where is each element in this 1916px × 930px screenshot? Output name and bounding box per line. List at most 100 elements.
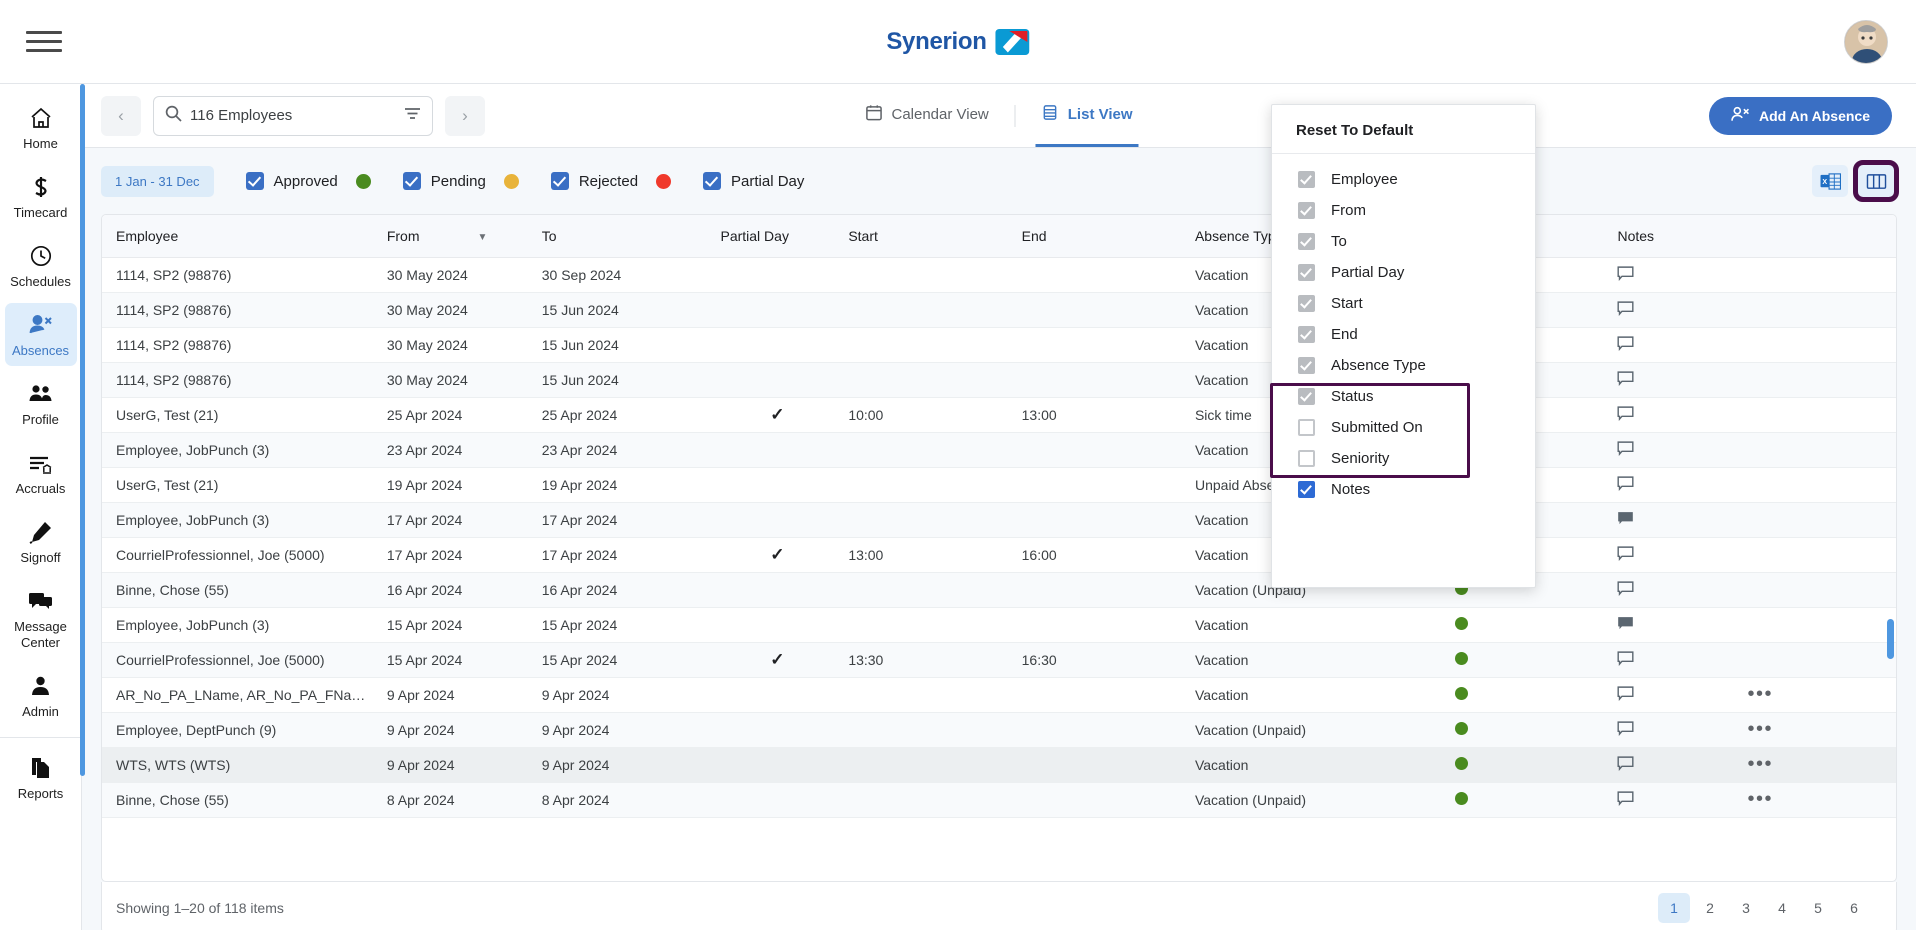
- note-empty-icon[interactable]: [1617, 440, 1634, 459]
- cell-employee: Employee, JobPunch (3): [102, 502, 373, 538]
- next-employee-button[interactable]: ›: [445, 95, 485, 136]
- note-filled-icon[interactable]: [1617, 511, 1634, 529]
- column-toggle-submitted-on[interactable]: Submitted On: [1272, 412, 1535, 443]
- filter-approved[interactable]: Approved: [245, 172, 371, 190]
- table-row[interactable]: Employee, DeptPunch (9) 9 Apr 2024 9 Apr 2…: [102, 712, 1896, 748]
- note-empty-icon[interactable]: [1617, 685, 1634, 704]
- filter-pending[interactable]: Pending: [402, 172, 519, 190]
- sidebar-item-accruals[interactable]: Accruals: [5, 441, 77, 504]
- column-toggle-employee[interactable]: Employee: [1272, 164, 1535, 195]
- note-empty-icon[interactable]: [1617, 790, 1634, 809]
- user-avatar[interactable]: [1844, 19, 1888, 64]
- table-row[interactable]: Binne, Chose (55) 8 Apr 2024 8 Apr 2024 Vac…: [102, 782, 1896, 818]
- sidebar-item-reports[interactable]: Reports: [5, 746, 77, 809]
- table-row[interactable]: 1114, SP2 (98876) 30 May 2024 15 Jun 2024 V…: [102, 327, 1896, 363]
- column-toggle-end[interactable]: End: [1272, 319, 1535, 350]
- note-filled-icon[interactable]: [1617, 616, 1634, 634]
- column-toggle-checkbox[interactable]: [1298, 481, 1315, 498]
- sidebar-item-message-center[interactable]: Message Center: [5, 579, 77, 658]
- sidebar-item-profile[interactable]: Profile: [5, 372, 77, 435]
- table-row[interactable]: 1114, SP2 (98876) 30 May 2024 15 Jun 2024 V…: [102, 292, 1896, 328]
- column-header-partial-day[interactable]: Partial Day: [706, 215, 835, 258]
- sidebar-item-schedules[interactable]: Schedules: [5, 234, 77, 297]
- sidebar-scroll-indicator[interactable]: [80, 84, 85, 776]
- tab-list-view[interactable]: List View: [1035, 84, 1139, 147]
- column-header-employee[interactable]: Employee: [102, 215, 373, 258]
- column-toggle-checkbox[interactable]: [1298, 450, 1315, 467]
- column-toggle-start[interactable]: Start: [1272, 288, 1535, 319]
- column-toggle-checkbox[interactable]: [1298, 419, 1315, 436]
- add-an-absence-button[interactable]: Add An Absence: [1709, 96, 1892, 135]
- page-button-4[interactable]: 4: [1766, 893, 1798, 923]
- note-empty-icon[interactable]: [1617, 405, 1634, 424]
- table-row[interactable]: Employee, JobPunch (3) 17 Apr 2024 17 Apr …: [102, 502, 1896, 538]
- cell-status: [1440, 677, 1604, 713]
- column-toggle-absence-type[interactable]: Absence Type: [1272, 350, 1535, 381]
- note-empty-icon[interactable]: [1617, 475, 1634, 494]
- column-header-start[interactable]: Start: [834, 215, 1008, 258]
- filter-approved-checkbox[interactable]: [245, 172, 264, 190]
- table-row[interactable]: 1114, SP2 (98876) 30 May 2024 15 Jun 2024 V…: [102, 362, 1896, 398]
- table-row[interactable]: AR_No_PA_LName, AR_No_PA_FName (… 9 Apr 2…: [102, 677, 1896, 713]
- note-empty-icon[interactable]: [1617, 720, 1634, 739]
- note-empty-icon[interactable]: [1617, 265, 1634, 284]
- column-header-end[interactable]: End: [1007, 215, 1181, 258]
- sidebar-item-home[interactable]: Home: [5, 96, 77, 159]
- filter-rejected-checkbox[interactable]: [550, 172, 569, 190]
- row-actions-menu-icon[interactable]: •••: [1747, 718, 1773, 740]
- sidebar-item-signoff[interactable]: Signoff: [5, 510, 77, 573]
- note-empty-icon[interactable]: [1617, 335, 1634, 354]
- table-row[interactable]: Binne, Chose (55) 16 Apr 2024 16 Apr 2024 V…: [102, 572, 1896, 608]
- filter-partial-day[interactable]: Partial Day: [703, 172, 804, 190]
- row-actions-menu-icon[interactable]: •••: [1747, 683, 1773, 705]
- sidebar-item-absences[interactable]: Absences: [4, 303, 77, 366]
- row-actions-menu-icon[interactable]: •••: [1747, 753, 1773, 775]
- table-row[interactable]: UserG, Test (21) 25 Apr 2024 25 Apr 2024 ✓ 1…: [102, 397, 1896, 433]
- tab-calendar-view[interactable]: Calendar View: [859, 84, 994, 147]
- table-row[interactable]: WTS, WTS (WTS) 9 Apr 2024 9 Apr 2024 Vacati…: [102, 747, 1896, 783]
- column-chooser-icon[interactable]: [1853, 160, 1899, 202]
- note-empty-icon[interactable]: [1617, 300, 1634, 319]
- page-button-2[interactable]: 2: [1694, 893, 1726, 923]
- note-empty-icon[interactable]: [1617, 650, 1634, 669]
- filter-rejected[interactable]: Rejected: [550, 172, 672, 190]
- filter-icon[interactable]: [404, 106, 421, 126]
- hamburger-menu-icon[interactable]: [26, 27, 62, 57]
- page-button-6[interactable]: 6: [1838, 893, 1870, 923]
- filter-partial-day-checkbox[interactable]: [703, 172, 722, 190]
- table-row[interactable]: Employee, JobPunch (3) 23 Apr 2024 23 Apr …: [102, 432, 1896, 468]
- column-header-to[interactable]: To: [527, 215, 707, 258]
- column-toggle-seniority[interactable]: Seniority: [1272, 443, 1535, 474]
- reset-to-default-button[interactable]: Reset To Default: [1272, 105, 1535, 154]
- column-header-from[interactable]: From ▼: [372, 215, 528, 258]
- column-toggle-to[interactable]: To: [1272, 226, 1535, 257]
- filter-pending-checkbox[interactable]: [402, 172, 421, 190]
- table-row[interactable]: 1114, SP2 (98876) 30 May 2024 30 Sep 2024 V…: [102, 257, 1896, 293]
- cell-from: 15 Apr 2024: [372, 642, 528, 678]
- date-range-chip[interactable]: 1 Jan - 31 Dec: [101, 165, 214, 197]
- page-button-3[interactable]: 3: [1730, 893, 1762, 923]
- table-row[interactable]: CourrielProfessionnel, Joe (5000) 17 Apr …: [102, 537, 1896, 573]
- column-toggle-status[interactable]: Status: [1272, 381, 1535, 412]
- note-empty-icon[interactable]: [1617, 755, 1634, 774]
- page-button-1[interactable]: 1: [1658, 892, 1690, 923]
- column-toggle-partial-day[interactable]: Partial Day: [1272, 257, 1535, 288]
- row-actions-menu-icon[interactable]: •••: [1747, 788, 1773, 810]
- table-vertical-scrollbar[interactable]: [1887, 619, 1894, 659]
- sort-descending-icon[interactable]: ▼: [478, 232, 488, 243]
- search-input[interactable]: 116 Employees: [153, 95, 433, 136]
- column-toggle-notes[interactable]: Notes: [1272, 474, 1535, 505]
- sidebar-item-timecard[interactable]: Timecard: [5, 165, 77, 228]
- table-row[interactable]: Employee, JobPunch (3) 15 Apr 2024 15 Apr …: [102, 607, 1896, 643]
- note-empty-icon[interactable]: [1617, 545, 1634, 564]
- export-excel-icon[interactable]: X: [1812, 165, 1848, 197]
- table-row[interactable]: CourrielProfessionnel, Joe (5000) 15 Apr …: [102, 642, 1896, 678]
- prev-employee-button[interactable]: ‹: [101, 95, 141, 136]
- column-toggle-from[interactable]: From: [1272, 195, 1535, 226]
- note-empty-icon[interactable]: [1617, 370, 1634, 389]
- column-header-notes[interactable]: Notes: [1603, 215, 1734, 258]
- sidebar-item-admin[interactable]: Admin: [5, 664, 77, 727]
- note-empty-icon[interactable]: [1617, 580, 1634, 599]
- page-button-5[interactable]: 5: [1802, 893, 1834, 923]
- table-row[interactable]: UserG, Test (21) 19 Apr 2024 19 Apr 2024 Un…: [102, 467, 1896, 503]
